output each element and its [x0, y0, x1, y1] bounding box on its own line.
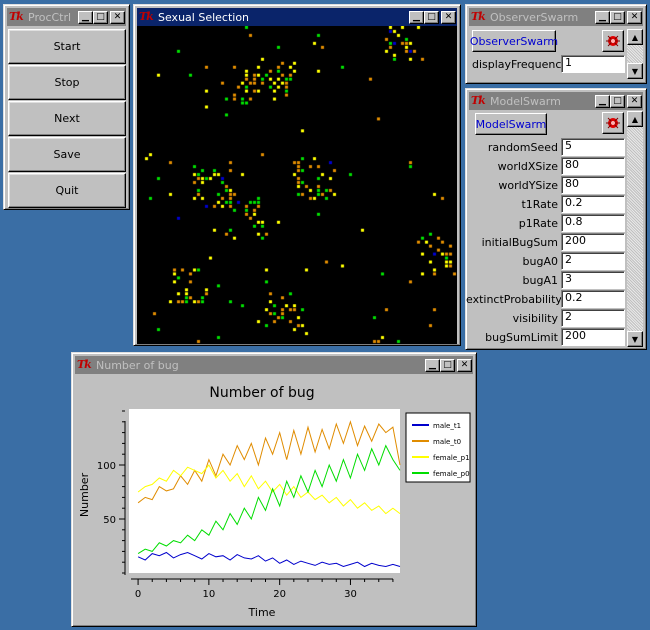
world-x-size-field[interactable]: 80: [561, 157, 625, 175]
minimize-icon[interactable]: ▁: [595, 94, 610, 108]
tk-icon: Tk: [471, 10, 486, 23]
y-tick-label: 50: [103, 515, 116, 526]
observer-swarm-window: Tk ObserverSwarm ▁ □ ✕ ObserverSwarm dis…: [465, 4, 647, 84]
close-icon[interactable]: ✕: [627, 94, 642, 108]
x-axis-label: Time: [248, 606, 276, 619]
observer-swarm-button[interactable]: ObserverSwarm: [470, 30, 558, 52]
minimize-icon[interactable]: ▁: [425, 358, 440, 372]
model-swarm-button[interactable]: ModelSwarm: [475, 113, 547, 135]
model-probe-button[interactable]: [602, 112, 624, 134]
close-icon[interactable]: ✕: [110, 10, 125, 24]
graph-titlebar[interactable]: Tk Number of bug ▁ □ ✕: [75, 356, 473, 374]
t1-rate-field[interactable]: 0.2: [561, 195, 625, 213]
minimize-icon[interactable]: ▁: [78, 10, 93, 24]
display-frequency-field[interactable]: 1: [561, 55, 625, 73]
x-tick-label: 10: [203, 589, 216, 600]
legend-label: male_t0: [433, 438, 461, 446]
stop-button[interactable]: Stop: [8, 65, 126, 100]
x-tick-label: 30: [344, 589, 357, 600]
model-swarm-title: ModelSwarm: [490, 94, 561, 108]
world-y-size-label: worldYSize: [498, 179, 558, 192]
maximize-icon[interactable]: □: [610, 10, 625, 24]
bug-icon: [606, 35, 620, 47]
tk-icon: Tk: [9, 10, 24, 23]
y-tick-label: 100: [97, 461, 116, 472]
procctrl-window: Tk ProcCtrl ▁ □ ✕ Start Stop Next Save Q…: [3, 4, 130, 210]
p1-rate-field[interactable]: 0.8: [561, 214, 625, 232]
extinct-probability-label: extinctProbability: [466, 293, 562, 306]
sexual-selection-titlebar[interactable]: Tk Sexual Selection ▁ □ ✕: [137, 8, 457, 26]
bug-sum-limit-label: bugSumLimit: [485, 331, 558, 344]
start-button[interactable]: Start: [8, 29, 126, 64]
save-button[interactable]: Save: [8, 137, 126, 172]
sexual-selection-window: Tk Sexual Selection ▁ □ ✕: [133, 4, 461, 346]
x-tick-label: 0: [135, 589, 141, 600]
world-grid-canvas[interactable]: [137, 26, 457, 344]
chart-title: Number of bug: [209, 385, 314, 401]
world-y-size-field[interactable]: 80: [561, 176, 625, 194]
observer-swarm-title: ObserverSwarm: [490, 10, 579, 24]
bug-a1-field[interactable]: 3: [561, 271, 625, 289]
extinct-probability-field[interactable]: 0.2: [561, 290, 625, 308]
minimize-icon[interactable]: ▁: [409, 10, 424, 24]
random-seed-label: randomSeed: [487, 141, 558, 154]
t1-rate-label: t1Rate: [521, 198, 558, 211]
close-icon[interactable]: ✕: [457, 358, 472, 372]
close-icon[interactable]: ✕: [627, 10, 642, 24]
scroll-up-icon[interactable]: ▲: [627, 111, 643, 127]
tk-icon: Tk: [77, 358, 92, 371]
legend-label: female_p1: [433, 454, 470, 462]
sexual-selection-title: Sexual Selection: [158, 10, 250, 24]
model-scrollbar[interactable]: ▲ ▼: [627, 111, 643, 347]
scroll-down-icon[interactable]: ▼: [627, 63, 643, 79]
bug-sum-limit-field[interactable]: 200: [561, 328, 625, 346]
procctrl-title: ProcCtrl: [28, 10, 72, 24]
observer-probe-button[interactable]: [602, 30, 624, 52]
visibility-label: visibility: [512, 312, 558, 325]
next-button[interactable]: Next: [8, 101, 126, 136]
close-icon[interactable]: ✕: [441, 10, 456, 24]
maximize-icon[interactable]: □: [610, 94, 625, 108]
initial-bug-sum-field[interactable]: 200: [561, 233, 625, 251]
maximize-icon[interactable]: □: [424, 10, 439, 24]
world-x-size-label: worldXSize: [497, 160, 558, 173]
tk-icon: Tk: [471, 94, 486, 107]
initial-bug-sum-label: initialBugSum: [481, 236, 558, 249]
graph-window-title: Number of bug: [96, 358, 179, 372]
quit-button[interactable]: Quit: [8, 173, 126, 208]
bug-a1-label: bugA1: [522, 274, 558, 287]
number-of-bug-chart: Number of bug 50100 0 10 20 30 Time Number …: [78, 385, 471, 619]
display-frequency-label: displayFrequency: [472, 58, 568, 71]
legend-label: male_t1: [433, 422, 461, 430]
model-swarm-titlebar[interactable]: Tk ModelSwarm ▁ □ ✕: [469, 92, 643, 110]
maximize-icon[interactable]: □: [440, 358, 455, 372]
observer-scrollbar[interactable]: ▲ ▼: [627, 29, 643, 79]
visibility-field[interactable]: 2: [561, 309, 625, 327]
p1-rate-label: p1Rate: [518, 217, 558, 230]
tk-icon: Tk: [139, 10, 154, 23]
scroll-up-icon[interactable]: ▲: [627, 29, 643, 45]
plot-area: [129, 409, 400, 573]
maximize-icon[interactable]: □: [93, 10, 108, 24]
legend-label: female_p0: [433, 470, 470, 478]
bug-a0-field[interactable]: 2: [561, 252, 625, 270]
procctrl-titlebar[interactable]: Tk ProcCtrl ▁ □ ✕: [7, 8, 126, 26]
legend: male_t1 male_t0 female_p1 female_p0: [405, 412, 471, 483]
observer-swarm-titlebar[interactable]: Tk ObserverSwarm ▁ □ ✕: [469, 8, 643, 26]
minimize-icon[interactable]: ▁: [595, 10, 610, 24]
bug-a0-label: bugA0: [522, 255, 558, 268]
graph-window: Tk Number of bug ▁ □ ✕ Number of bug 50 1…: [71, 352, 477, 627]
random-seed-field[interactable]: 5: [561, 138, 625, 156]
x-tick-label: 20: [273, 589, 286, 600]
y-axis-label: Number: [78, 472, 91, 517]
scroll-down-icon[interactable]: ▼: [627, 331, 643, 347]
bug-icon: [606, 117, 620, 129]
model-swarm-window: Tk ModelSwarm ▁ □ ✕ ModelSwarm randomSee…: [465, 88, 647, 350]
